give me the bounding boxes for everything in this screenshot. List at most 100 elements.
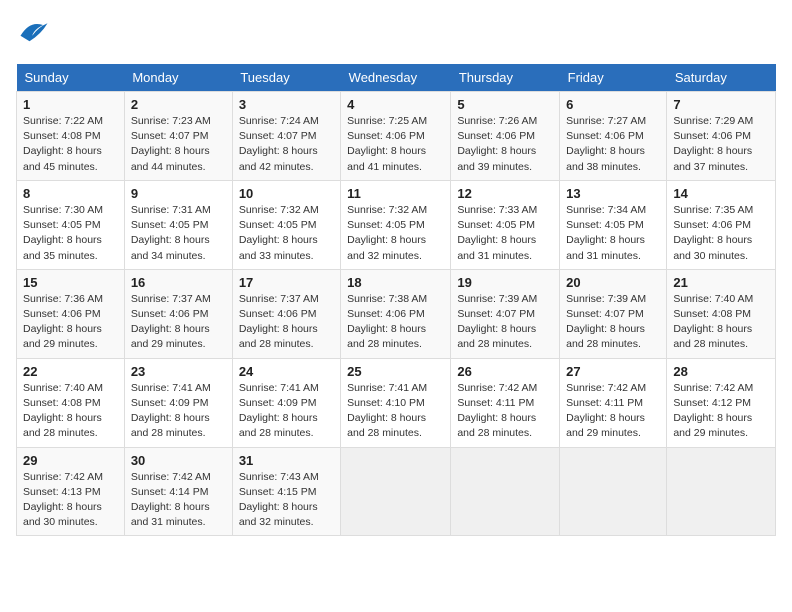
day-number: 8 xyxy=(23,186,118,201)
day-info: Sunrise: 7:42 AMSunset: 4:12 PMDaylight:… xyxy=(673,381,769,442)
column-header-wednesday: Wednesday xyxy=(341,64,451,92)
day-info: Sunrise: 7:31 AMSunset: 4:05 PMDaylight:… xyxy=(131,203,226,264)
day-number: 26 xyxy=(457,364,553,379)
day-number: 3 xyxy=(239,97,334,112)
day-number: 27 xyxy=(566,364,660,379)
day-info: Sunrise: 7:25 AMSunset: 4:06 PMDaylight:… xyxy=(347,114,444,175)
calendar-table: SundayMondayTuesdayWednesdayThursdayFrid… xyxy=(16,64,776,536)
day-info: Sunrise: 7:42 AMSunset: 4:11 PMDaylight:… xyxy=(566,381,660,442)
day-number: 5 xyxy=(457,97,553,112)
day-info: Sunrise: 7:24 AMSunset: 4:07 PMDaylight:… xyxy=(239,114,334,175)
day-number: 14 xyxy=(673,186,769,201)
day-info: Sunrise: 7:37 AMSunset: 4:06 PMDaylight:… xyxy=(239,292,334,353)
day-number: 16 xyxy=(131,275,226,290)
calendar-cell: 5 Sunrise: 7:26 AMSunset: 4:06 PMDaylight… xyxy=(451,92,560,181)
day-number: 31 xyxy=(239,453,334,468)
calendar-cell: 10 Sunrise: 7:32 AMSunset: 4:05 PMDayligh… xyxy=(232,180,340,269)
calendar-cell: 3 Sunrise: 7:24 AMSunset: 4:07 PMDaylight… xyxy=(232,92,340,181)
calendar-cell: 23 Sunrise: 7:41 AMSunset: 4:09 PMDayligh… xyxy=(124,358,232,447)
calendar-cell: 24 Sunrise: 7:41 AMSunset: 4:09 PMDayligh… xyxy=(232,358,340,447)
calendar-cell xyxy=(560,447,667,536)
calendar-body: 1Sunrise: 7:22 AMSunset: 4:08 PMDaylight… xyxy=(17,92,776,536)
column-header-monday: Monday xyxy=(124,64,232,92)
calendar-cell: 17 Sunrise: 7:37 AMSunset: 4:06 PMDayligh… xyxy=(232,269,340,358)
day-number: 22 xyxy=(23,364,118,379)
calendar-cell: 9 Sunrise: 7:31 AMSunset: 4:05 PMDaylight… xyxy=(124,180,232,269)
day-info: Sunrise: 7:35 AMSunset: 4:06 PMDaylight:… xyxy=(673,203,769,264)
day-number: 10 xyxy=(239,186,334,201)
day-info: Sunrise: 7:26 AMSunset: 4:06 PMDaylight:… xyxy=(457,114,553,175)
day-number: 25 xyxy=(347,364,444,379)
day-info: Sunrise: 7:32 AMSunset: 4:05 PMDaylight:… xyxy=(239,203,334,264)
calendar-cell xyxy=(667,447,776,536)
calendar-week-4: 22 Sunrise: 7:40 AMSunset: 4:08 PMDayligh… xyxy=(17,358,776,447)
calendar-cell: 19 Sunrise: 7:39 AMSunset: 4:07 PMDayligh… xyxy=(451,269,560,358)
day-number: 15 xyxy=(23,275,118,290)
day-number: 11 xyxy=(347,186,444,201)
calendar-cell: 2Sunrise: 7:23 AMSunset: 4:07 PMDaylight… xyxy=(124,92,232,181)
day-number: 4 xyxy=(347,97,444,112)
calendar-cell: 4 Sunrise: 7:25 AMSunset: 4:06 PMDaylight… xyxy=(341,92,451,181)
calendar-cell: 12 Sunrise: 7:33 AMSunset: 4:05 PMDayligh… xyxy=(451,180,560,269)
calendar-cell: 21 Sunrise: 7:40 AMSunset: 4:08 PMDayligh… xyxy=(667,269,776,358)
day-number: 23 xyxy=(131,364,226,379)
day-info: Sunrise: 7:39 AMSunset: 4:07 PMDaylight:… xyxy=(566,292,660,353)
calendar-week-2: 8 Sunrise: 7:30 AMSunset: 4:05 PMDaylight… xyxy=(17,180,776,269)
day-number: 24 xyxy=(239,364,334,379)
day-number: 19 xyxy=(457,275,553,290)
day-number: 30 xyxy=(131,453,226,468)
column-header-sunday: Sunday xyxy=(17,64,125,92)
day-info: Sunrise: 7:34 AMSunset: 4:05 PMDaylight:… xyxy=(566,203,660,264)
day-info: Sunrise: 7:41 AMSunset: 4:09 PMDaylight:… xyxy=(131,381,226,442)
calendar-cell: 15Sunrise: 7:36 AMSunset: 4:06 PMDayligh… xyxy=(17,269,125,358)
day-info: Sunrise: 7:32 AMSunset: 4:05 PMDaylight:… xyxy=(347,203,444,264)
day-info: Sunrise: 7:30 AMSunset: 4:05 PMDaylight:… xyxy=(23,203,118,264)
day-info: Sunrise: 7:40 AMSunset: 4:08 PMDaylight:… xyxy=(23,381,118,442)
day-info: Sunrise: 7:40 AMSunset: 4:08 PMDaylight:… xyxy=(673,292,769,353)
calendar-week-5: 29 Sunrise: 7:42 AMSunset: 4:13 PMDayligh… xyxy=(17,447,776,536)
calendar-cell: 30Sunrise: 7:42 AMSunset: 4:14 PMDayligh… xyxy=(124,447,232,536)
day-info: Sunrise: 7:38 AMSunset: 4:06 PMDaylight:… xyxy=(347,292,444,353)
day-number: 17 xyxy=(239,275,334,290)
day-info: Sunrise: 7:37 AMSunset: 4:06 PMDaylight:… xyxy=(131,292,226,353)
day-number: 21 xyxy=(673,275,769,290)
day-number: 29 xyxy=(23,453,118,468)
day-number: 12 xyxy=(457,186,553,201)
day-info: Sunrise: 7:33 AMSunset: 4:05 PMDaylight:… xyxy=(457,203,553,264)
day-number: 1 xyxy=(23,97,118,112)
calendar-cell: 26 Sunrise: 7:42 AMSunset: 4:11 PMDayligh… xyxy=(451,358,560,447)
calendar-cell: 1Sunrise: 7:22 AMSunset: 4:08 PMDaylight… xyxy=(17,92,125,181)
day-number: 9 xyxy=(131,186,226,201)
day-number: 18 xyxy=(347,275,444,290)
day-info: Sunrise: 7:42 AMSunset: 4:13 PMDaylight:… xyxy=(23,470,118,531)
calendar-cell: 6Sunrise: 7:27 AMSunset: 4:06 PMDaylight… xyxy=(560,92,667,181)
calendar-cell xyxy=(341,447,451,536)
column-header-tuesday: Tuesday xyxy=(232,64,340,92)
day-info: Sunrise: 7:39 AMSunset: 4:07 PMDaylight:… xyxy=(457,292,553,353)
calendar-cell xyxy=(451,447,560,536)
day-number: 20 xyxy=(566,275,660,290)
day-info: Sunrise: 7:41 AMSunset: 4:09 PMDaylight:… xyxy=(239,381,334,442)
day-info: Sunrise: 7:23 AMSunset: 4:07 PMDaylight:… xyxy=(131,114,226,175)
day-info: Sunrise: 7:43 AMSunset: 4:15 PMDaylight:… xyxy=(239,470,334,531)
column-header-friday: Friday xyxy=(560,64,667,92)
day-info: Sunrise: 7:41 AMSunset: 4:10 PMDaylight:… xyxy=(347,381,444,442)
page-header xyxy=(16,16,776,52)
calendar-cell: 11 Sunrise: 7:32 AMSunset: 4:05 PMDayligh… xyxy=(341,180,451,269)
day-info: Sunrise: 7:42 AMSunset: 4:11 PMDaylight:… xyxy=(457,381,553,442)
day-number: 6 xyxy=(566,97,660,112)
calendar-cell: 25 Sunrise: 7:41 AMSunset: 4:10 PMDayligh… xyxy=(341,358,451,447)
day-number: 13 xyxy=(566,186,660,201)
day-info: Sunrise: 7:29 AMSunset: 4:06 PMDaylight:… xyxy=(673,114,769,175)
day-number: 7 xyxy=(673,97,769,112)
calendar-cell: 18 Sunrise: 7:38 AMSunset: 4:06 PMDayligh… xyxy=(341,269,451,358)
column-header-thursday: Thursday xyxy=(451,64,560,92)
calendar-week-1: 1Sunrise: 7:22 AMSunset: 4:08 PMDaylight… xyxy=(17,92,776,181)
calendar-cell: 13 Sunrise: 7:34 AMSunset: 4:05 PMDayligh… xyxy=(560,180,667,269)
calendar-cell: 20 Sunrise: 7:39 AMSunset: 4:07 PMDayligh… xyxy=(560,269,667,358)
day-number: 28 xyxy=(673,364,769,379)
logo xyxy=(16,16,56,52)
calendar-cell: 29 Sunrise: 7:42 AMSunset: 4:13 PMDayligh… xyxy=(17,447,125,536)
calendar-cell: 16 Sunrise: 7:37 AMSunset: 4:06 PMDayligh… xyxy=(124,269,232,358)
calendar-cell: 31 Sunrise: 7:43 AMSunset: 4:15 PMDayligh… xyxy=(232,447,340,536)
